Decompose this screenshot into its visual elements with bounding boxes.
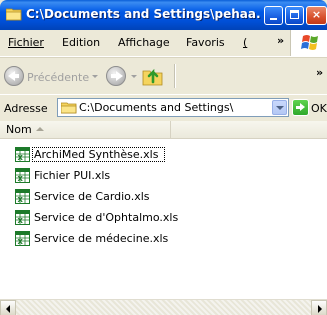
menu-outils[interactable]: ( [243, 36, 247, 49]
maximize-icon [290, 10, 299, 19]
windows-flag-icon [301, 35, 318, 50]
close-icon: × [311, 8, 322, 21]
go-arrow-icon [300, 103, 305, 111]
sort-ascending-icon [36, 127, 44, 131]
column-header-name[interactable]: Nom [0, 121, 171, 138]
menu-affichage[interactable]: Affichage [118, 36, 170, 49]
windows-logo [290, 30, 327, 56]
forward-button[interactable] [106, 66, 126, 86]
address-value: C:\Documents and Settings\ [79, 101, 234, 114]
back-button[interactable] [4, 66, 24, 86]
folder-icon [6, 8, 22, 21]
toolbar-overflow-chevron[interactable]: » [316, 66, 323, 79]
scroll-right-button[interactable] [311, 300, 327, 315]
menu-favoris[interactable]: Favoris [186, 36, 225, 49]
chevron-left-icon [6, 305, 10, 313]
window-title: C:\Documents and Settings\pehaa... [26, 7, 261, 21]
close-button[interactable]: × [306, 6, 327, 25]
maximize-button[interactable] [285, 6, 304, 25]
back-label[interactable]: Précédente [27, 71, 89, 84]
svg-text:X: X [18, 238, 24, 246]
scroll-left-button[interactable] [0, 300, 16, 315]
address-field[interactable]: C:\Documents and Settings\ [57, 98, 289, 117]
svg-text:X: X [18, 217, 24, 225]
title-bar[interactable]: C:\Documents and Settings\pehaa... × [0, 0, 327, 30]
menu-fichier[interactable]: Fichier [8, 36, 44, 49]
file-list[interactable]: Nom X ArchiMed Synthèse.xls X Fichier PU… [0, 121, 327, 315]
folder-icon [61, 102, 77, 114]
excel-file-icon: X [15, 231, 30, 246]
address-bar: Adresse C:\Documents and Settings\ OK [0, 94, 327, 122]
go-button[interactable] [292, 99, 309, 116]
forward-arrow-icon [116, 71, 123, 81]
excel-file-icon: X [15, 189, 30, 204]
toolbar-separator [174, 64, 176, 88]
excel-file-icon: X [15, 147, 30, 162]
standard-toolbar: Précédente » [0, 57, 327, 94]
menu-bar: Fichier Edition Affichage Favoris ( » [0, 30, 327, 57]
svg-text:X: X [18, 175, 24, 183]
excel-file-icon: X [15, 168, 30, 183]
explorer-window: C:\Documents and Settings\pehaa... × Fic… [0, 0, 327, 315]
minimize-icon [270, 18, 277, 20]
list-header: Nom [0, 121, 327, 139]
minimize-button[interactable] [264, 6, 283, 25]
excel-file-icon: X [15, 210, 30, 225]
folder-up-icon[interactable] [142, 66, 164, 86]
back-dropdown-icon[interactable] [92, 75, 98, 78]
menu-edition[interactable]: Edition [62, 36, 100, 49]
chevron-right-icon [318, 305, 322, 313]
address-dropdown-button[interactable] [272, 100, 287, 115]
address-label: Adresse [4, 102, 48, 115]
svg-text:X: X [18, 196, 24, 204]
chevron-down-icon [276, 106, 284, 110]
forward-dropdown-icon[interactable] [131, 75, 137, 78]
horizontal-scrollbar[interactable] [0, 299, 327, 315]
svg-text:X: X [18, 154, 24, 162]
menu-overflow-chevron[interactable]: » [277, 34, 284, 47]
go-label[interactable]: OK [311, 102, 327, 115]
scroll-track[interactable] [16, 300, 311, 315]
